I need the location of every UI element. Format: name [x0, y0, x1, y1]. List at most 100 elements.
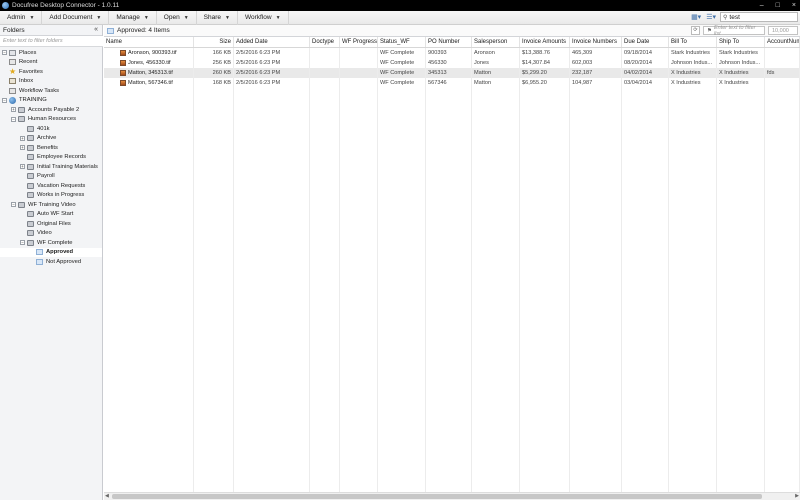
tree-label: WF Training Video — [28, 201, 76, 208]
column-header[interactable]: Status_WF — [378, 37, 426, 47]
drawer-icon — [27, 154, 34, 161]
tree-node-inbox[interactable]: Inbox — [0, 77, 102, 87]
tree-node-vacation-requests[interactable]: Vacation Requests — [0, 181, 102, 191]
column-header[interactable]: Invoice Numbers — [570, 37, 622, 47]
column-header[interactable]: Ship To — [717, 37, 765, 47]
tree-node-payroll[interactable]: Payroll — [0, 172, 102, 182]
scroll-thumb[interactable] — [112, 494, 762, 499]
folder-tree: − Places Recent ★ Favorites Inbox Workfl… — [0, 47, 102, 267]
tree-node-accounts-payable[interactable]: + Accounts Payable 2 — [0, 105, 102, 115]
grid-header: Name Size Added Date Doctype WF Progress Stat… — [104, 37, 800, 48]
column-header[interactable]: PO Number — [426, 37, 472, 47]
table-cell — [765, 48, 800, 58]
table-row[interactable]: Matton, 567346.tif 168 KB 2/5/2016 6:23 PM… — [104, 78, 800, 88]
drawer-icon — [27, 125, 34, 132]
tree-node-auto-wf-start[interactable]: Auto WF Start — [0, 210, 102, 220]
tree-node-401k[interactable]: 401k — [0, 124, 102, 134]
tree-label: Places — [19, 49, 37, 56]
folder-filter-input[interactable] — [0, 36, 103, 47]
tree-node-benefits[interactable]: + Benefits — [0, 143, 102, 153]
tree-node-training[interactable]: − TRAINING — [0, 96, 102, 106]
collapse-panel-icon[interactable]: « — [94, 26, 98, 33]
column-header[interactable]: Size — [194, 37, 234, 47]
view-toggle-icon[interactable]: ▦▾ — [690, 12, 702, 22]
folder-icon — [36, 258, 43, 265]
expand-icon[interactable]: + — [20, 164, 25, 170]
table-cell: $14,307.84 — [520, 58, 570, 68]
page-size-value: 10,000 — [772, 27, 789, 34]
chevron-down-icon: ▼ — [143, 14, 149, 21]
column-header[interactable]: WF Progress — [340, 37, 378, 47]
column-header[interactable]: AccountNum — [765, 37, 800, 47]
table-cell: 260 KB — [194, 68, 234, 78]
collapse-icon[interactable]: − — [2, 97, 7, 103]
expand-icon[interactable]: + — [11, 107, 16, 113]
table-cell: 602,003 — [570, 58, 622, 68]
menu-open[interactable]: Open ▼ — [157, 10, 197, 25]
refresh-icon[interactable]: ⟳ — [691, 26, 700, 35]
table-row[interactable]: Matton, 345313.tif 260 KB 2/5/2016 6:23 PM… — [104, 68, 800, 78]
layout-toggle-icon[interactable]: ☰▾ — [705, 12, 717, 22]
expand-icon[interactable]: + — [20, 145, 25, 151]
maximize-button[interactable]: □ — [776, 2, 780, 9]
expand-icon[interactable]: + — [20, 135, 25, 141]
column-header[interactable]: Doctype — [310, 37, 340, 47]
menu-label: Manage — [116, 14, 140, 21]
menu-share[interactable]: Share ▼ — [197, 10, 238, 25]
drawer-icon — [27, 192, 34, 199]
column-header[interactable]: Bill To — [669, 37, 717, 47]
tree-label: Approved — [46, 249, 74, 256]
tree-node-recent[interactable]: Recent — [0, 58, 102, 68]
scroll-right-icon[interactable]: ▶ — [795, 493, 799, 499]
tree-node-original-files[interactable]: Original Files — [0, 219, 102, 229]
collapse-icon[interactable]: − — [11, 202, 16, 208]
tree-node-human-resources[interactable]: − Human Resources — [0, 115, 102, 125]
menu-add-document[interactable]: Add Document ▼ — [42, 10, 110, 25]
table-cell: 456330 — [426, 58, 472, 68]
horizontal-scrollbar[interactable]: ◀ ▶ — [104, 492, 800, 500]
table-row[interactable]: Jones, 456330.tif 256 KB 2/5/2016 6:23 PM W… — [104, 58, 800, 68]
search-value: test — [729, 13, 740, 21]
minimize-button[interactable]: – — [760, 2, 764, 9]
menu-admin[interactable]: Admin ▼ — [0, 10, 43, 25]
collapse-icon[interactable]: − — [20, 240, 25, 246]
column-header[interactable]: Name — [104, 37, 194, 47]
tree-node-initial-training[interactable]: + Initial Training Materials — [0, 162, 102, 172]
tree-node-video[interactable]: Video — [0, 229, 102, 239]
table-cell — [340, 48, 378, 58]
table-cell: $5,299.20 — [520, 68, 570, 78]
menu-workflow[interactable]: Workflow ▼ — [238, 10, 289, 25]
table-row[interactable]: Aronson, 900393.tif 166 KB 2/5/2016 6:23 P… — [104, 48, 800, 58]
list-filter-placeholder: Enter text to filter list — [713, 24, 756, 37]
close-button[interactable]: × — [792, 2, 796, 9]
app-logo-icon — [2, 2, 9, 9]
tree-node-approved[interactable]: Approved — [0, 247, 102, 257]
menu-manage[interactable]: Manage ▼ — [109, 10, 157, 25]
tree-node-favorites[interactable]: ★ Favorites — [0, 67, 102, 77]
search-input[interactable]: ⚲ test — [720, 12, 798, 22]
column-header[interactable]: Added Date — [234, 37, 310, 47]
tree-node-works-in-progress[interactable]: Works in Progress — [0, 191, 102, 201]
tree-node-employee-records[interactable]: Employee Records — [0, 153, 102, 163]
tree-node-archive[interactable]: + Archive — [0, 134, 102, 144]
column-header[interactable]: Salesperson — [472, 37, 520, 47]
table-cell — [765, 78, 800, 88]
collapse-icon[interactable]: − — [11, 116, 16, 122]
inbox-icon — [9, 78, 16, 85]
collapse-icon[interactable]: − — [2, 50, 7, 56]
tree-node-places[interactable]: − Places — [0, 48, 102, 58]
column-header[interactable]: Invoice Amounts — [520, 37, 570, 47]
tree-node-wf-complete[interactable]: − WF Complete — [0, 238, 102, 248]
tree-node-wf-training-video[interactable]: − WF Training Video — [0, 200, 102, 210]
tree-node-not-approved[interactable]: Not Approved — [0, 257, 102, 267]
chevron-down-icon: ▼ — [96, 14, 102, 21]
tree-node-workflow-tasks[interactable]: Workflow Tasks — [0, 86, 102, 96]
file-name: Aronson, 900393.tif — [128, 50, 177, 56]
scroll-left-icon[interactable]: ◀ — [105, 493, 109, 499]
list-filter-input[interactable]: ⚑ Enter text to filter list — [703, 24, 765, 37]
window-title: Docufree Desktop Connector - 1.0.11 — [12, 2, 120, 9]
tree-label: Favorites — [19, 68, 43, 75]
column-header[interactable]: Due Date — [622, 37, 669, 47]
table-cell: fds — [765, 68, 800, 78]
page-size-select[interactable]: 10,000 — [768, 26, 798, 35]
